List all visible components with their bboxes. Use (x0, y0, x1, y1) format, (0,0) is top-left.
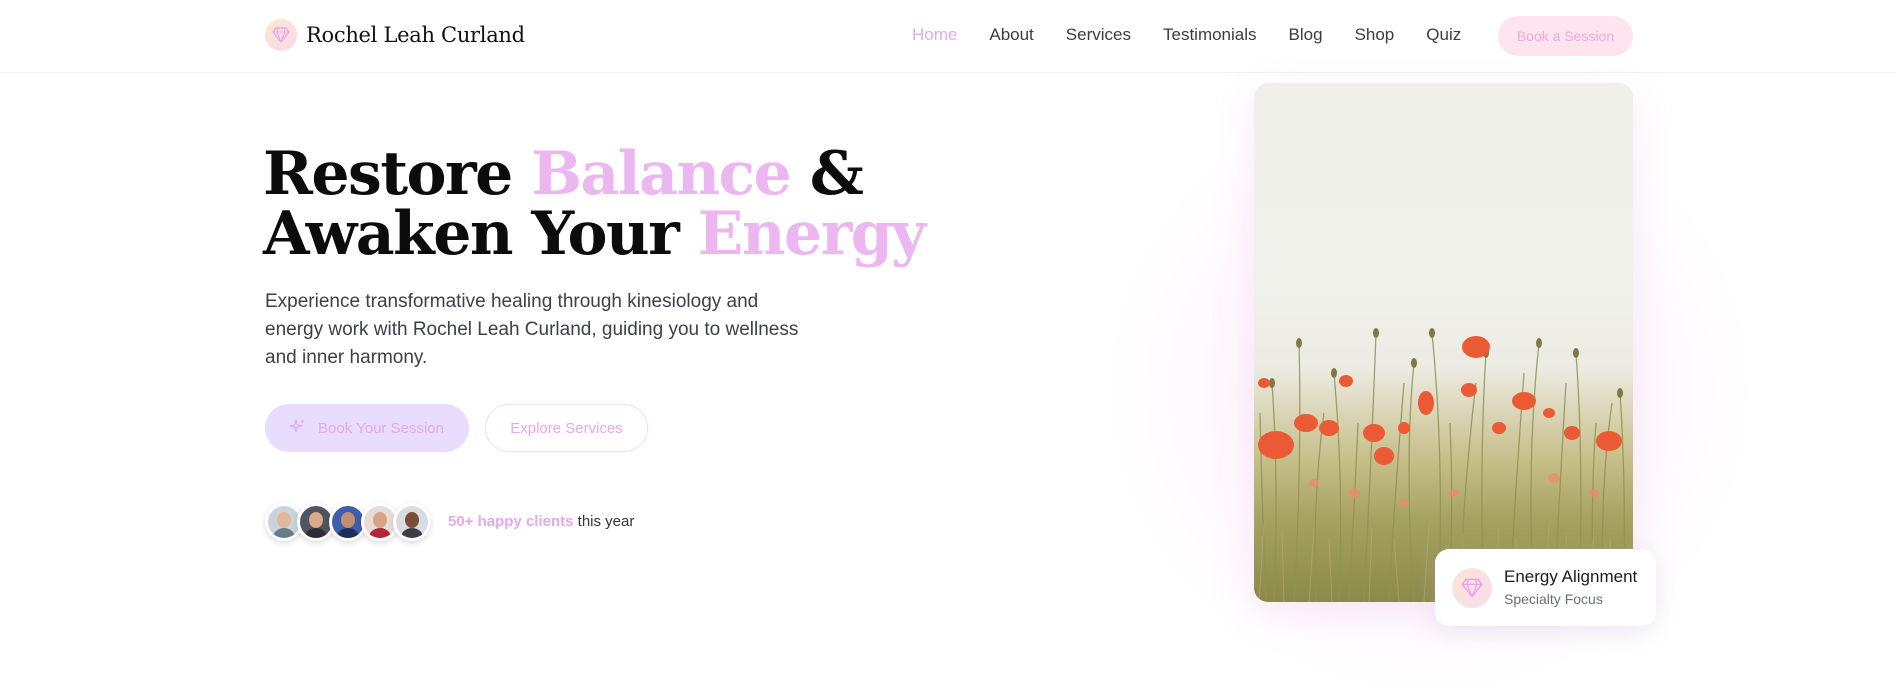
diamond-icon (1452, 568, 1492, 608)
hero-subtitle: Experience transformative healing throug… (265, 291, 799, 368)
sparkles-icon (289, 418, 306, 438)
book-your-session-label: Book Your Session (318, 419, 444, 437)
book-your-session-button[interactable]: Book Your Session (265, 404, 469, 452)
avatar (393, 503, 431, 541)
nav-blog[interactable]: Blog (1289, 25, 1323, 45)
nav-services[interactable]: Services (1066, 25, 1131, 45)
happy-clients-text: 50+ happy clients this year (448, 513, 634, 530)
hero-title-line2: Awaken Your Energy (263, 199, 926, 269)
top-navigation: Rochel Leah Curland Home About Services … (0, 0, 1897, 73)
nav-shop[interactable]: Shop (1355, 25, 1395, 45)
diamond-icon (265, 19, 297, 51)
brand-logo[interactable]: Rochel Leah Curland (265, 19, 525, 51)
brand-name: Rochel Leah Curland (306, 23, 525, 47)
energy-alignment-card: Energy Alignment Specialty Focus (1435, 549, 1656, 626)
feature-card-title: Energy Alignment (1504, 567, 1638, 586)
nav-about[interactable]: About (989, 25, 1033, 45)
hero-title-text: Awaken Your (263, 199, 698, 269)
book-session-nav-button[interactable]: Book a Session (1498, 16, 1633, 56)
happy-clients-suffix: this year (573, 513, 635, 530)
feature-card-subtitle: Specialty Focus (1504, 591, 1603, 607)
nav-quiz[interactable]: Quiz (1426, 25, 1461, 45)
poppy-field-image (1254, 83, 1633, 602)
happy-clients-count: 50+ happy clients (448, 513, 574, 530)
explore-services-button[interactable]: Explore Services (485, 404, 648, 452)
client-avatars (265, 503, 431, 541)
nav-home[interactable]: Home (912, 25, 957, 45)
nav-testimonials[interactable]: Testimonials (1163, 25, 1257, 45)
hero-title: Restore Balance & Awaken Your Energy (263, 144, 926, 264)
nav-links: Home About Services Testimonials Blog Sh… (912, 25, 1493, 45)
hero-title-accent-energy: Energy (697, 199, 926, 269)
